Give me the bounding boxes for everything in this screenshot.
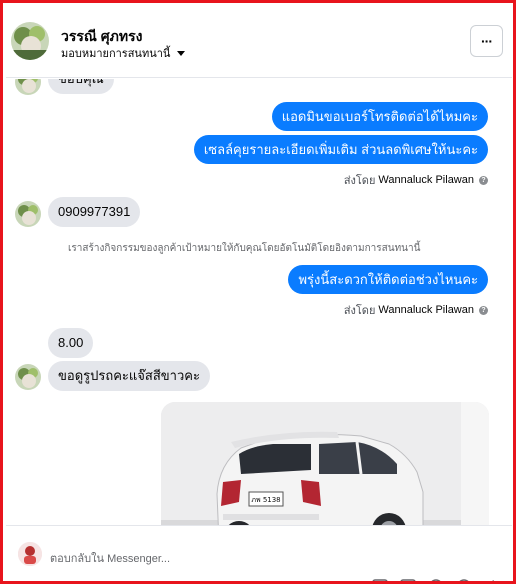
contact-message-avatar [15, 201, 41, 227]
gif-icon[interactable] [400, 579, 416, 581]
incoming-message: 8.00 [48, 328, 94, 358]
lead-activity-note: เราสร้างกิจกรรมของลูกค้าเป้าหมายให้กับคุ… [68, 243, 421, 254]
car-photo-attachment[interactable]: ภพ 5138 [161, 402, 489, 525]
like-icon[interactable] [484, 579, 500, 581]
conversation-panel: วรรณี ศุภทรง มอบหมายการสนทนานี้ ··· ขอบค… [0, 0, 516, 584]
reply-input[interactable]: ตอบกลับใน Messenger... [50, 549, 170, 567]
sent-by-prefix: ส่งโดย [343, 305, 376, 317]
outgoing-message: แอดมินขอเบอร์โทรติดต่อได้ไหมคะ [271, 102, 488, 131]
sent-by-label: ส่งโดย Wannaluck Pilawan ? [344, 301, 488, 319]
sent-by-name: Wannaluck Pilawan [378, 174, 474, 186]
sent-by-prefix: ส่งโดย [343, 175, 376, 187]
help-icon[interactable]: ? [479, 305, 488, 315]
incoming-message: 0909977391 [48, 197, 141, 227]
more-icon: ··· [481, 33, 493, 49]
sent-by-name: Wannaluck Pilawan [378, 304, 474, 316]
help-icon[interactable]: ? [479, 175, 488, 185]
caret-down-icon [177, 50, 186, 56]
svg-text:ภพ 5138: ภพ 5138 [251, 496, 280, 504]
attach-icon[interactable] [372, 579, 388, 581]
sticker-icon[interactable] [456, 579, 472, 581]
conversation-header: วรรณี ศุภทรง มอบหมายการสนทนานี้ ··· [6, 6, 512, 78]
contact-message-avatar [15, 79, 41, 95]
composer-toolbar [372, 579, 500, 581]
assign-conversation-dropdown[interactable]: มอบหมายการสนทนานี้ [61, 44, 186, 62]
outgoing-message: พรุ่งนี้สะดวกให้ติดต่อช่วงไหนคะ [288, 265, 488, 294]
incoming-message: ขอบคุณ [48, 79, 114, 94]
emoji-icon[interactable] [428, 579, 444, 581]
assign-conversation-label: มอบหมายการสนทนานี้ [61, 48, 171, 60]
page-avatar [18, 542, 42, 566]
outgoing-message: เซลล์คุยรายละเอียดเพิ่มเติม ส่วนลดพิเศษใ… [193, 135, 488, 164]
incoming-message: ขอดูรูปรถคะแจ๊สสีขาวคะ [48, 361, 210, 391]
contact-message-avatar [15, 364, 41, 390]
contact-avatar[interactable] [11, 22, 49, 60]
sent-by-label: ส่งโดย Wannaluck Pilawan ? [344, 171, 488, 189]
reply-composer: ตอบกลับใน Messenger... [6, 525, 512, 581]
message-thread[interactable]: ขอบคุณ แอดมินขอเบอร์โทรติดต่อได้ไหมคะ เซ… [6, 79, 512, 525]
more-options-button[interactable]: ··· [470, 25, 503, 57]
